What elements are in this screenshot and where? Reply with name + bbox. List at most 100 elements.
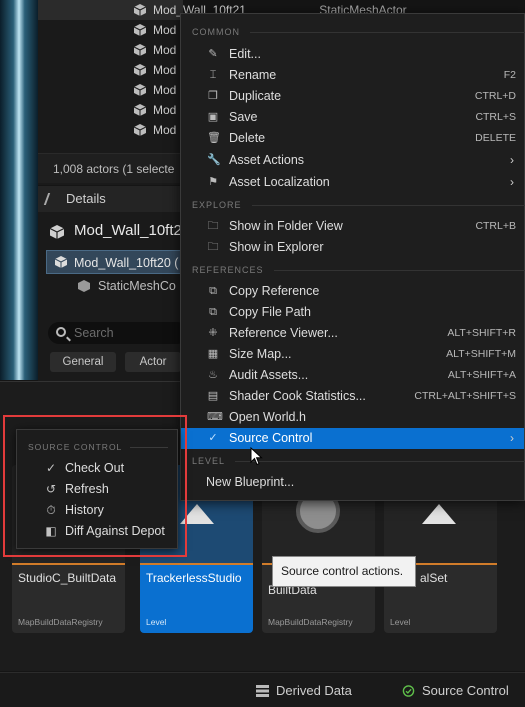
outliner-row-label: Mod [153, 123, 177, 137]
static-mesh-icon [134, 84, 146, 96]
menu-item-label: Size Map... [229, 347, 292, 361]
static-mesh-icon [134, 64, 146, 76]
code-file-icon: ⌨ [207, 411, 223, 423]
menu-item-shortcut: ALT+SHIFT+M [446, 348, 516, 360]
menu-item-open-world-h[interactable]: ⌨ Open World.h [181, 407, 524, 428]
tab-details[interactable]: Details [38, 186, 183, 212]
highlight-annotation-box [3, 415, 187, 557]
menu-item-label: Source Control [229, 431, 313, 445]
static-mesh-icon [134, 24, 146, 36]
component-sub-label: StaticMeshCo [98, 279, 176, 293]
reference-viewer-icon: ⁜ [208, 327, 218, 339]
menu-item-shortcut: ALT+SHIFT+R [447, 327, 516, 339]
chevron-right-icon: › [510, 431, 514, 445]
outliner-row[interactable]: Mod [38, 40, 183, 60]
copy-icon: ⧉ [209, 306, 217, 318]
folder-search-icon: 🗀 [207, 220, 219, 232]
menu-item-reference-viewer[interactable]: ⁜ Reference Viewer... ALT+SHIFT+R [181, 323, 524, 344]
outliner-row-label: Mod [153, 103, 177, 117]
menu-item-shortcut: ALT+SHIFT+A [447, 369, 516, 381]
menu-item-asset-actions[interactable]: 🔧 Asset Actions › [181, 150, 524, 171]
menu-item-new-blueprint[interactable]: New Blueprint... [181, 472, 524, 493]
flag-icon: ⚑ [208, 176, 218, 188]
asset-type: Level [146, 617, 167, 627]
level-viewport[interactable] [0, 0, 38, 380]
database-icon [256, 685, 269, 697]
actor-count-label: 1,008 actors (1 selecte [38, 153, 183, 183]
wrench-icon: 🔧 [207, 154, 221, 166]
menu-item-label: Copy Reference [229, 284, 320, 298]
outliner-row-label: Mod [153, 23, 177, 37]
level-icon [422, 500, 456, 524]
menu-item-label: Edit... [229, 47, 261, 61]
static-mesh-icon [50, 225, 64, 239]
details-actor-name: Mod_Wall_10ft2 [38, 212, 183, 250]
menu-item-label: Asset Localization [229, 175, 330, 189]
menu-item-shortcut: CTRL+D [474, 90, 516, 102]
menu-item-delete[interactable]: 🗑 Delete DELETE [181, 128, 524, 149]
section-common: COMMON [192, 27, 525, 37]
details-search-input[interactable]: Search [48, 322, 188, 344]
menu-item-asset-localization[interactable]: ⚑ Asset Localization › [181, 172, 524, 193]
menu-item-save[interactable]: ▣ Save CTRL+S [181, 107, 524, 128]
section-explore: EXPLORE [192, 200, 525, 210]
outliner-row[interactable]: Mod [38, 20, 183, 40]
menu-item-label: Save [229, 110, 258, 124]
source-control-tooltip: Source control actions. [272, 556, 416, 587]
outliner-row[interactable]: Mod [38, 60, 183, 80]
menu-item-shortcut: DELETE [475, 132, 516, 144]
static-mesh-icon [134, 104, 146, 116]
menu-item-copy-reference[interactable]: ⧉ Copy Reference [181, 281, 524, 302]
status-bar: Derived Data Source Control [0, 672, 525, 707]
outliner-row[interactable]: Mod_Wall_10ft21 StaticMeshActor [38, 0, 407, 20]
menu-item-shader-cook-statistics[interactable]: ▤ Shader Cook Statistics... CTRL+ALT+SHIFT… [181, 386, 524, 407]
outliner-row[interactable]: Mod [38, 80, 183, 100]
menu-item-label: Show in Explorer [229, 240, 324, 254]
menu-item-duplicate[interactable]: ❐ Duplicate CTRL+D [181, 86, 524, 107]
details-panel: Details Mod_Wall_10ft2 Mod_Wall_10ft20 (… [38, 186, 188, 381]
component-row[interactable]: StaticMeshCo [38, 274, 183, 298]
asset-type: MapBuildDataRegistry [268, 617, 353, 627]
outliner-row-label: Mod [153, 43, 177, 57]
details-tab-label: Details [66, 191, 106, 206]
component-label: Mod_Wall_10ft20 ( [74, 256, 179, 270]
pencil-icon [43, 193, 61, 205]
menu-item-copy-file-path[interactable]: ⧉ Copy File Path [181, 302, 524, 323]
static-mesh-icon [134, 4, 146, 16]
menu-item-show-in-folder-view[interactable]: 🗀 Show in Folder View CTRL+B [181, 216, 524, 237]
menu-item-label: Audit Assets... [229, 368, 309, 382]
derived-data-label: Derived Data [276, 683, 352, 698]
derived-data-button[interactable]: Derived Data [250, 679, 352, 703]
menu-item-size-map[interactable]: ▦ Size Map... ALT+SHIFT+M [181, 344, 524, 365]
filter-chip-actor[interactable]: Actor [125, 352, 181, 372]
source-control-status-button[interactable]: Source Control [396, 679, 509, 703]
menu-item-edit[interactable]: ✎ Edit... [181, 44, 524, 65]
mouse-cursor-icon [250, 447, 263, 466]
menu-item-label: Show in Folder View [229, 219, 343, 233]
static-mesh-icon [55, 256, 67, 268]
menu-item-audit-assets[interactable]: ♨ Audit Assets... ALT+SHIFT+A [181, 365, 524, 386]
actor-name-label: Mod_Wall_10ft2 [74, 222, 182, 239]
outliner-row[interactable]: Mod [38, 100, 183, 120]
menu-item-show-in-explorer[interactable]: 🗀 Show in Explorer [181, 237, 524, 258]
menu-item-label: Duplicate [229, 89, 282, 103]
check-circle-icon: ✓ [208, 432, 218, 444]
menu-item-rename[interactable]: ⌶ Rename F2 [181, 65, 524, 86]
asset-context-menu: COMMON ✎ Edit... ⌶ Rename F2 ❐ Duplicate CTRL… [180, 13, 525, 501]
asset-type: MapBuildDataRegistry [18, 617, 103, 627]
duplicate-icon: ❐ [208, 90, 218, 102]
audit-icon: ♨ [208, 369, 218, 381]
outliner-row[interactable]: Mod [38, 120, 183, 140]
menu-item-shortcut: F2 [503, 69, 516, 81]
menu-item-label: New Blueprint... [206, 475, 295, 489]
component-row-selected[interactable]: Mod_Wall_10ft20 ( [46, 250, 183, 274]
filter-chip-general[interactable]: General [50, 352, 116, 372]
rename-icon: ⌶ [209, 69, 217, 81]
menu-item-source-control[interactable]: ✓ Source Control › [181, 428, 524, 449]
source-control-status-label: Source Control [422, 683, 509, 698]
static-mesh-icon [134, 44, 146, 56]
search-placeholder: Search [74, 326, 114, 340]
menu-item-label: Copy File Path [229, 305, 311, 319]
chevron-right-icon: › [510, 175, 514, 189]
outliner-row-label: Mod [153, 63, 177, 77]
